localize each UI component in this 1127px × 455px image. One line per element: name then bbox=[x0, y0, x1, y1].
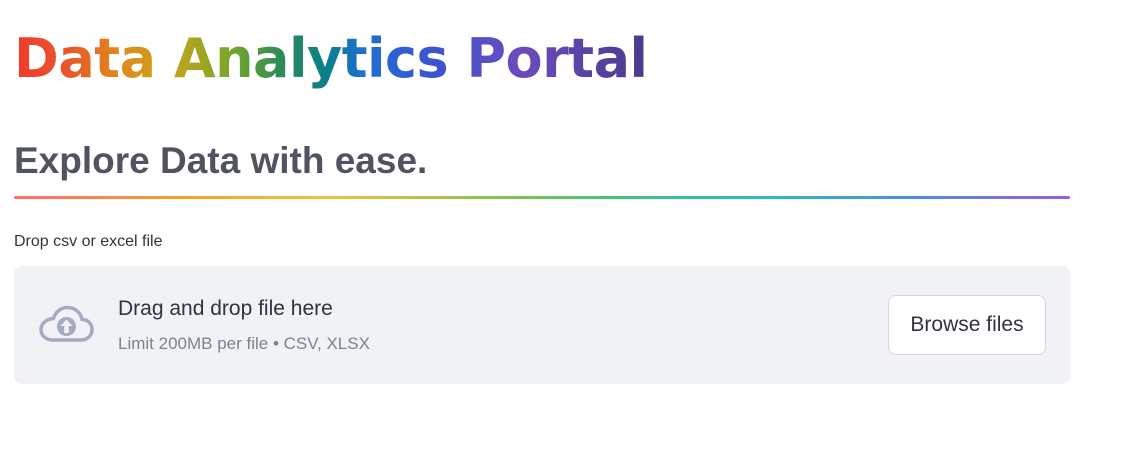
page-title: Data Analytics Portal bbox=[14, 22, 648, 96]
browse-files-button[interactable]: Browse files bbox=[888, 295, 1046, 355]
rainbow-divider bbox=[14, 196, 1070, 199]
dropzone-instructions: Drag and drop file here Limit 200MB per … bbox=[118, 296, 370, 354]
page-subtitle: Explore Data with ease. bbox=[14, 140, 428, 181]
file-dropzone[interactable]: Drag and drop file here Limit 200MB per … bbox=[14, 266, 1070, 384]
cloud-upload-icon bbox=[39, 305, 94, 342]
dropzone-limit-text: Limit 200MB per file • CSV, XLSX bbox=[118, 334, 370, 353]
page: Data Analytics Portal Explore Data with … bbox=[0, 0, 1127, 455]
file-uploader-label: Drop csv or excel file bbox=[14, 233, 163, 250]
dropzone-title: Drag and drop file here bbox=[118, 297, 333, 320]
